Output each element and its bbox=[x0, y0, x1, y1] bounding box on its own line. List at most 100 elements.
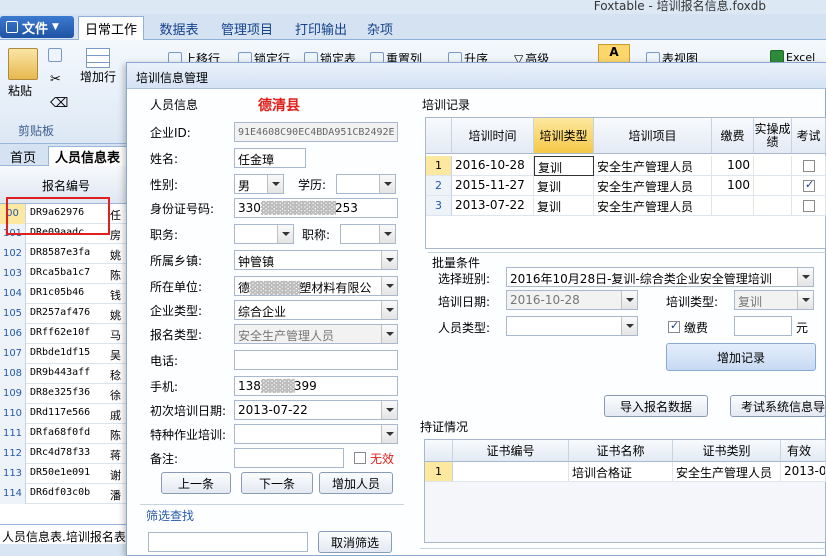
fee-cell[interactable]: 100 bbox=[712, 156, 754, 176]
chevron-down-icon[interactable] bbox=[381, 425, 397, 443]
chevron-down-icon[interactable] bbox=[621, 291, 637, 309]
name-cell[interactable]: 戚 bbox=[110, 407, 121, 423]
row-number[interactable]: 104 bbox=[0, 284, 26, 304]
name-cell[interactable]: 马 bbox=[110, 327, 121, 343]
company-type-select[interactable]: 综合企业 bbox=[234, 300, 398, 320]
name-cell[interactable]: 钱 bbox=[110, 287, 121, 303]
enroll-no-cell[interactable]: DRff62e10f bbox=[30, 327, 90, 338]
import-enroll-button[interactable]: 导入报名数据 bbox=[604, 395, 708, 417]
batch-type-select[interactable]: 复训 bbox=[734, 290, 814, 310]
grid-header-enroll-no[interactable]: 报名编号 bbox=[42, 177, 90, 194]
cut-icon[interactable]: ✂ bbox=[50, 72, 61, 87]
practice-score-cell[interactable] bbox=[754, 196, 792, 216]
chevron-down-icon[interactable] bbox=[621, 317, 637, 335]
row-number[interactable]: 2 bbox=[426, 176, 452, 196]
exam-system-button[interactable]: 考试系统信息导 bbox=[730, 395, 826, 417]
training-project-cell[interactable]: 安全生产管理人员 bbox=[594, 156, 712, 176]
row-number[interactable]: 110 bbox=[0, 404, 26, 424]
enroll-no-cell[interactable]: DRca5ba1c7 bbox=[30, 267, 90, 278]
name-cell[interactable]: 陈 bbox=[110, 427, 121, 443]
enroll-no-cell[interactable]: DR8587e3fa bbox=[30, 247, 90, 258]
tab-misc[interactable]: 杂项 bbox=[360, 16, 400, 40]
row-number[interactable]: 1 bbox=[425, 462, 453, 482]
file-menu-button[interactable]: 文件 ▼ bbox=[0, 16, 74, 38]
enroll-no-cell[interactable]: DRd117e566 bbox=[30, 407, 90, 418]
name-cell[interactable]: 姚 bbox=[110, 247, 121, 263]
training-date-cell[interactable]: 2013-07-22 bbox=[452, 196, 534, 216]
enroll-no-cell[interactable]: DR50e1e091 bbox=[30, 467, 90, 478]
col-training-date[interactable]: 培训时间 bbox=[452, 118, 534, 154]
chevron-down-icon[interactable] bbox=[381, 401, 397, 419]
town-select[interactable]: 钟管镇 bbox=[234, 250, 398, 270]
col-cert-no[interactable]: 证书编号 bbox=[453, 440, 569, 462]
enroll-no-cell[interactable]: DR257af476 bbox=[30, 307, 90, 318]
tab-data-table[interactable]: 数据表 bbox=[150, 16, 208, 40]
row-number[interactable]: 108 bbox=[0, 364, 26, 384]
name-cell[interactable]: 徐 bbox=[110, 387, 121, 403]
unit-select[interactable]: 德▓▓▓▓▓▓塑材料有限公 bbox=[234, 276, 398, 296]
copy-icon[interactable] bbox=[48, 48, 62, 62]
cert-name-cell[interactable]: 培训合格证 bbox=[569, 462, 673, 482]
name-cell[interactable]: 任 bbox=[110, 207, 121, 223]
enroll-no-cell[interactable]: DR9b443aff bbox=[30, 367, 90, 378]
prev-button[interactable]: 上一条 bbox=[161, 472, 231, 494]
col-cert-category[interactable]: 证书类别 bbox=[673, 440, 781, 462]
tab-home[interactable]: 首页 bbox=[4, 146, 42, 166]
table-row[interactable]: 112 DRc4d78f33 蒋 bbox=[0, 444, 132, 464]
exam-cell[interactable] bbox=[792, 176, 826, 196]
table-row[interactable]: 103 DRca5ba1c7 陈 bbox=[0, 264, 132, 284]
chevron-down-icon[interactable] bbox=[381, 325, 397, 343]
enroll-no-cell[interactable]: DR1c05b46 bbox=[30, 287, 84, 298]
table-row[interactable]: 113 DR50e1e091 谢 bbox=[0, 464, 132, 484]
filter-input[interactable] bbox=[148, 532, 308, 552]
company-id-field[interactable]: 91E4608C90EC4BDA951CB2492E bbox=[234, 122, 398, 142]
row-number[interactable]: 105 bbox=[0, 304, 26, 324]
enroll-type-select[interactable]: 安全生产管理人员 bbox=[234, 324, 398, 344]
table-row[interactable]: 108 DR9b443aff 稔 bbox=[0, 364, 132, 384]
note-field[interactable] bbox=[234, 448, 344, 468]
chevron-down-icon[interactable] bbox=[797, 268, 813, 286]
row-number[interactable]: 109 bbox=[0, 384, 26, 404]
tab-person-info[interactable]: 人员信息表 bbox=[48, 146, 128, 166]
tab-print-output[interactable]: 打印输出 bbox=[288, 16, 354, 40]
col-training-project[interactable]: 培训项目 bbox=[594, 118, 712, 154]
exam-checkbox[interactable] bbox=[803, 200, 815, 212]
practice-score-cell[interactable] bbox=[754, 176, 792, 196]
add-person-button[interactable]: 增加人员 bbox=[319, 472, 393, 494]
table-row[interactable]: 110 DRd117e566 戚 bbox=[0, 404, 132, 424]
add-record-button[interactable]: 增加记录 bbox=[666, 343, 816, 371]
fee-amount-field[interactable] bbox=[734, 316, 792, 336]
name-cell[interactable]: 吴 bbox=[110, 347, 121, 363]
col-cert-name[interactable]: 证书名称 bbox=[569, 440, 673, 462]
next-button[interactable]: 下一条 bbox=[241, 472, 313, 494]
class-select[interactable]: 2016年10月28日-复训-综合类企业安全管理培训 bbox=[506, 267, 814, 287]
name-cell[interactable]: 潘 bbox=[110, 487, 121, 503]
fee-cell[interactable] bbox=[712, 196, 754, 216]
name-field[interactable]: 任金璋 bbox=[234, 148, 306, 168]
row-number[interactable]: 3 bbox=[426, 196, 452, 216]
name-cell[interactable]: 陈 bbox=[110, 267, 121, 283]
first-date-select[interactable]: 2013-07-22 bbox=[234, 400, 398, 420]
row-number[interactable]: 114 bbox=[0, 484, 26, 504]
row-number[interactable]: 112 bbox=[0, 444, 26, 464]
cert-category-cell[interactable]: 安全生产管理人员 bbox=[673, 462, 781, 482]
enroll-no-cell[interactable]: DRbde1df15 bbox=[30, 347, 90, 358]
special-select[interactable] bbox=[234, 424, 398, 444]
table-row[interactable]: 104 DR1c05b46 钱 bbox=[0, 284, 132, 304]
training-project-cell[interactable]: 安全生产管理人员 bbox=[594, 196, 712, 216]
col-fee[interactable]: 缴费 bbox=[712, 118, 754, 154]
enroll-no-cell[interactable]: DR8e325f36 bbox=[30, 387, 90, 398]
training-type-cell[interactable]: 复训 bbox=[534, 176, 594, 196]
practice-score-cell[interactable] bbox=[754, 156, 792, 176]
paste-button[interactable]: 粘贴 bbox=[8, 48, 38, 99]
training-type-cell[interactable]: 复训 bbox=[534, 196, 594, 216]
tab-daily-work[interactable]: 日常工作 bbox=[78, 16, 144, 40]
chevron-down-icon[interactable] bbox=[381, 277, 397, 295]
idcard-field[interactable]: 330▓▓▓▓▓▓▓▓▓253 bbox=[234, 198, 398, 218]
chevron-down-icon[interactable] bbox=[379, 175, 395, 193]
training-date-cell[interactable]: 2016-10-28 bbox=[452, 156, 534, 176]
chevron-down-icon[interactable] bbox=[381, 251, 397, 269]
name-cell[interactable]: 姚 bbox=[110, 307, 121, 323]
row-number[interactable]: 102 bbox=[0, 244, 26, 264]
row-number[interactable]: 107 bbox=[0, 344, 26, 364]
